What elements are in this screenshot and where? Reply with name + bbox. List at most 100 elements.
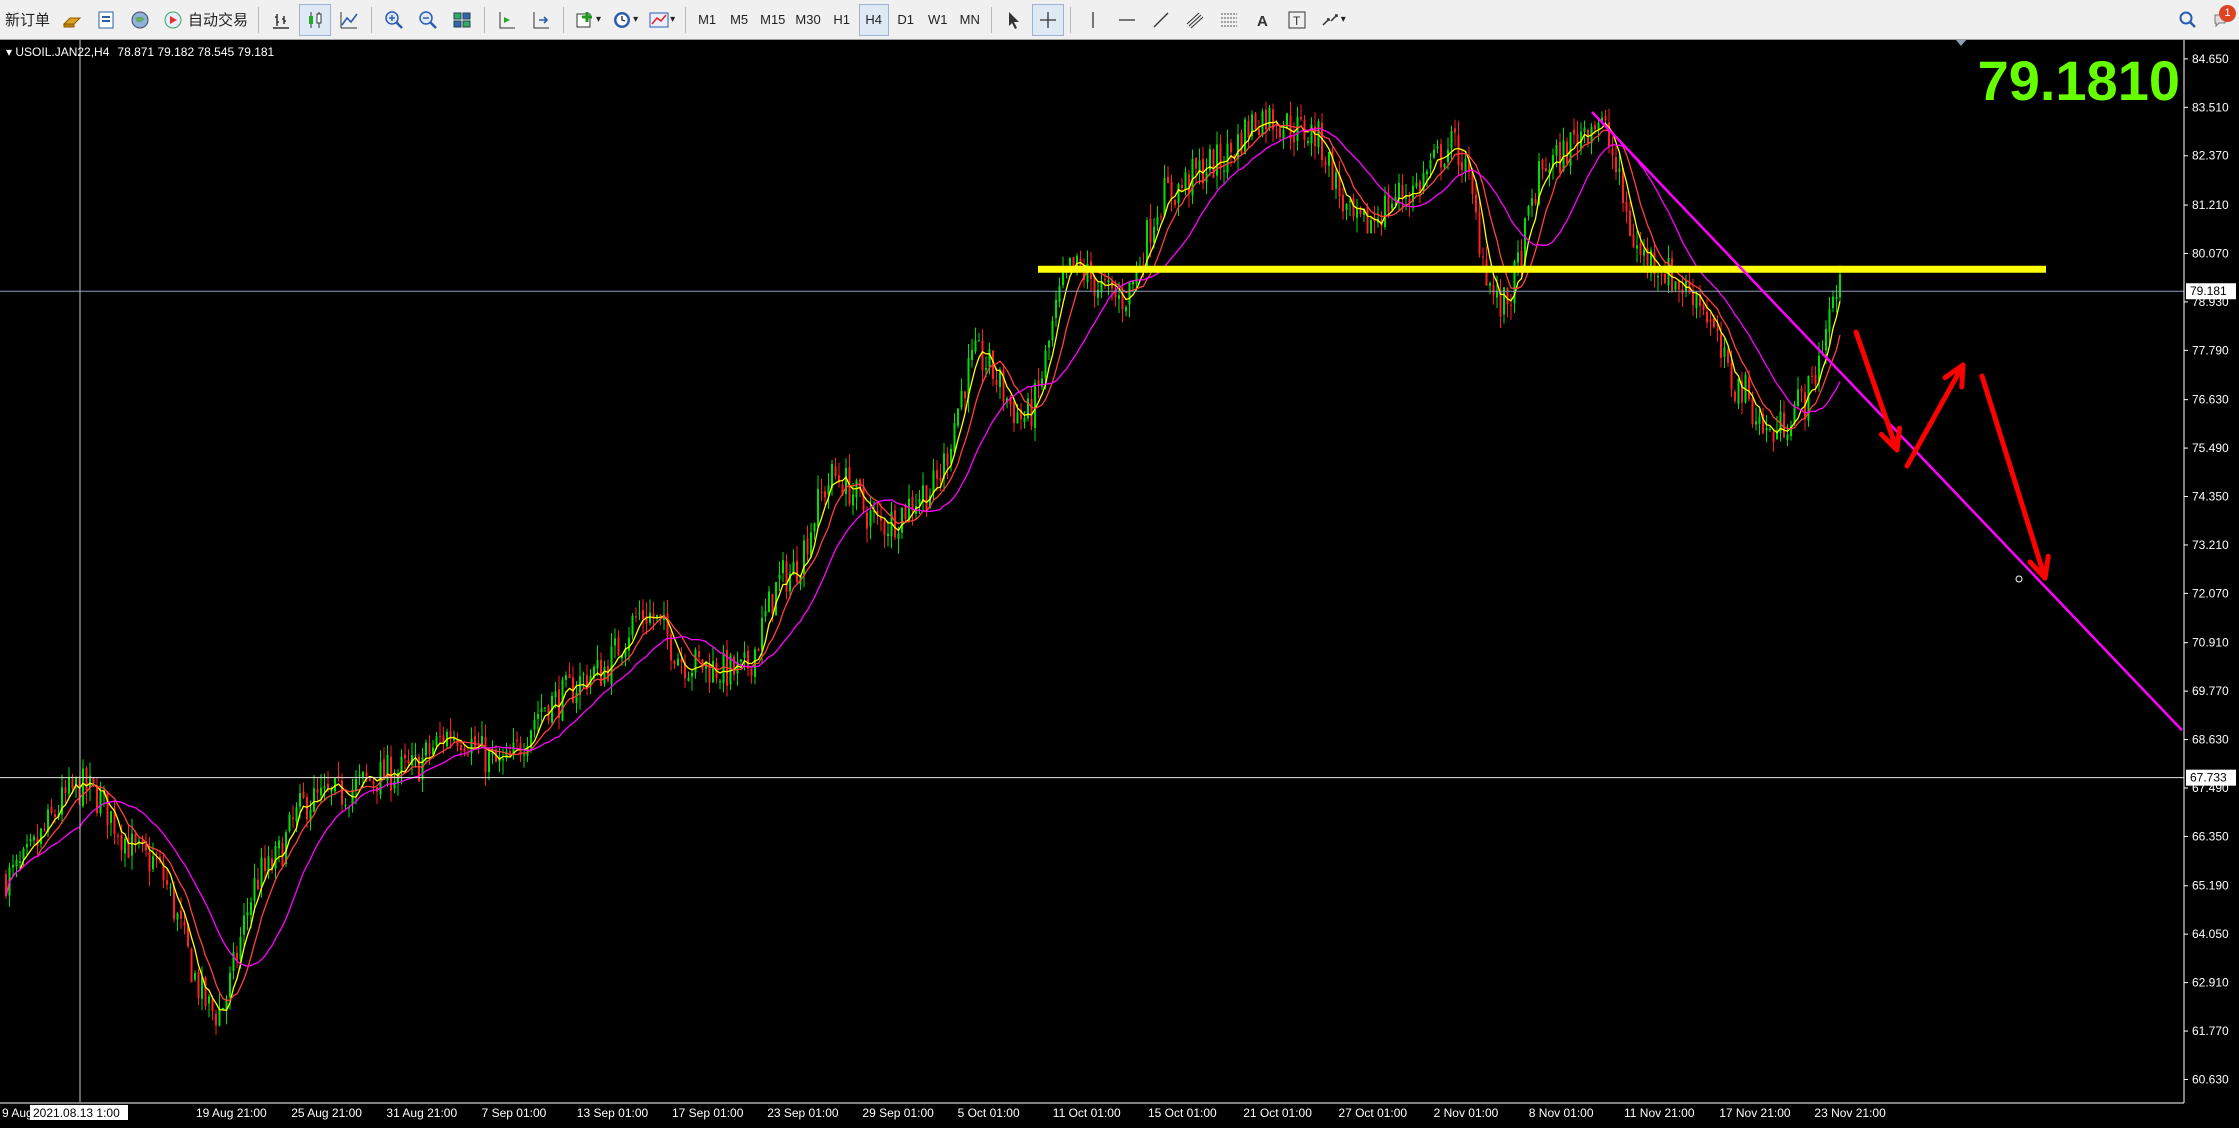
price-chart[interactable]: 84.65083.51082.37081.21080.07078.93077.7… (0, 40, 2239, 1123)
candle-body (1555, 144, 1558, 156)
gold-bars-icon[interactable] (56, 4, 88, 36)
candle-body (1163, 178, 1166, 217)
trendline-icon[interactable] (1145, 4, 1177, 36)
text-label-icon[interactable]: T (1281, 4, 1313, 36)
candle-body (1597, 122, 1600, 130)
candle-body (313, 788, 315, 812)
candle-body (946, 453, 949, 466)
search-icon[interactable] (2172, 4, 2204, 36)
candle-body (295, 807, 298, 822)
candle-body (607, 666, 609, 682)
candle-body (1247, 121, 1250, 138)
candle-body (26, 843, 28, 848)
candle-body (106, 791, 109, 826)
line-chart-icon[interactable] (333, 4, 365, 36)
candle-body (1128, 281, 1131, 305)
candle-body (673, 660, 676, 665)
candle-body (1475, 194, 1477, 213)
candle-body (1527, 206, 1530, 216)
vertical-line-icon[interactable] (1077, 4, 1109, 36)
zoom-in-icon[interactable] (378, 4, 410, 36)
candle-body (383, 759, 385, 779)
new-order-button[interactable]: 新订单 (1, 4, 54, 36)
fibonacci-icon[interactable] (1213, 4, 1245, 36)
candle-body (1055, 299, 1057, 318)
candle-body (1734, 391, 1736, 401)
candle-body (922, 485, 924, 501)
candle-body (414, 754, 417, 756)
zoom-out-icon[interactable] (412, 4, 444, 36)
candle-body (509, 750, 511, 757)
candle-body (1583, 127, 1586, 132)
candle-body (1069, 257, 1071, 266)
timeframe-h1[interactable]: H1 (827, 4, 857, 36)
bar-chart-icon[interactable] (265, 4, 297, 36)
candle-body (1478, 212, 1481, 254)
candle-body (1769, 428, 1771, 430)
tile-windows-icon[interactable] (446, 4, 478, 36)
candle-body (1177, 183, 1180, 203)
candlestick-chart-icon[interactable] (299, 3, 332, 36)
big-price-display: 79.1810 (1978, 49, 2180, 112)
candle-body (372, 781, 375, 785)
equidistant-channel-icon[interactable] (1179, 4, 1211, 36)
timeframe-m30[interactable]: M30 (791, 4, 824, 36)
candle-body (1541, 160, 1544, 169)
candle-body (575, 692, 578, 704)
timeframe-mn[interactable]: MN (955, 4, 985, 36)
auto-trade-button[interactable]: 自动交易 (158, 4, 252, 36)
candle-body (1545, 168, 1547, 171)
candle-body (785, 561, 788, 592)
horizontal-line-icon[interactable] (1111, 4, 1143, 36)
candle-body (68, 777, 70, 794)
time-tick-label: 9 Aug (2, 1106, 33, 1120)
time-tick-label: 17 Nov 21:00 (1719, 1106, 1791, 1120)
candle-body (435, 736, 438, 746)
text-tool-icon[interactable]: A (1247, 4, 1279, 36)
candle-body (1310, 124, 1313, 144)
periods-icon[interactable]: ▾ (607, 4, 642, 36)
crosshair-icon[interactable] (1031, 3, 1064, 36)
candle-body (845, 467, 847, 494)
candle-body (22, 848, 25, 860)
arrows-tool-icon[interactable]: ▾ (1315, 4, 1350, 36)
candle-body (894, 510, 896, 538)
templates-icon[interactable]: ▾ (644, 4, 679, 36)
chart-area[interactable]: 84.650 83.510 82.370 81.210 80.070 78.930 77.7… (0, 40, 2239, 1123)
timeframe-w1[interactable]: W1 (923, 4, 953, 36)
candle-body (1282, 129, 1285, 139)
crosshair-price-label: 67.733 (2190, 771, 2227, 785)
candle-body (1198, 160, 1201, 171)
candle-body (1230, 142, 1232, 153)
market-watch-icon[interactable] (90, 4, 122, 36)
candle-body (204, 977, 207, 1007)
chart-shift-icon[interactable] (491, 4, 523, 36)
globe-icon[interactable] (124, 4, 156, 36)
timeframe-h4[interactable]: H4 (858, 3, 889, 36)
candle-body (1450, 131, 1453, 149)
candle-body (743, 652, 746, 659)
candle-body (1328, 151, 1330, 166)
candle-body (565, 675, 567, 680)
timeframe-m5[interactable]: M5 (724, 4, 754, 36)
candle-body (1772, 431, 1775, 443)
timeframe-d1[interactable]: D1 (891, 4, 921, 36)
svg-text:T: T (1293, 14, 1301, 28)
candle-body (299, 793, 301, 807)
candle-body (1167, 176, 1169, 184)
candle-body (1037, 380, 1040, 386)
candle-body (1765, 428, 1768, 431)
candle-body (582, 673, 585, 675)
timeframe-m1[interactable]: M1 (692, 4, 722, 36)
indicators-icon[interactable]: ▾ (570, 4, 605, 36)
candle-body (932, 470, 935, 494)
candle-body (1671, 258, 1673, 291)
cursor-icon[interactable] (998, 4, 1030, 36)
timeframe-m15[interactable]: M15 (756, 4, 789, 36)
candle-body (1629, 210, 1631, 237)
candle-body (260, 857, 263, 888)
candle-body (1219, 143, 1222, 169)
chart-ohlc: 78.871 79.182 78.545 79.181 (117, 45, 274, 59)
autoscroll-icon[interactable] (525, 4, 557, 36)
notifications-icon[interactable]: 1 (2206, 4, 2238, 36)
